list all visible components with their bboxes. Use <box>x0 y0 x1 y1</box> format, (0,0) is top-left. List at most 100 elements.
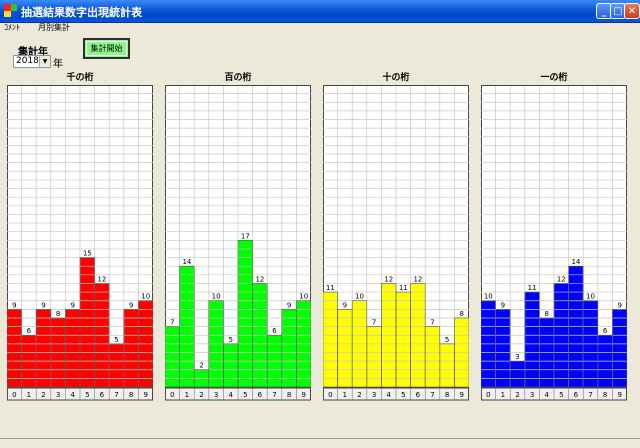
data-label: 9 <box>617 301 621 309</box>
data-label: 5 <box>114 336 118 344</box>
data-label: 14 <box>571 258 580 266</box>
tick-label: 1 <box>343 391 347 399</box>
tick-label: 9 <box>459 391 463 399</box>
tick-label: 4 <box>228 391 233 399</box>
data-label: 9 <box>287 301 291 309</box>
data-label: 8 <box>459 310 463 318</box>
tick-label: 1 <box>27 391 31 399</box>
tick-label: 2 <box>515 391 519 399</box>
tick-label: 1 <box>185 391 189 399</box>
bar <box>281 309 297 387</box>
tick-label: 9 <box>617 391 621 399</box>
data-label: 3 <box>515 353 519 361</box>
start-tally-button[interactable]: 集計開始 <box>83 38 130 59</box>
app-window: 抽選結果数字出現統計表 _ □ ✕ ｺﾒﾝﾄ 月別集計 集計年 2018 ▼ 年… <box>0 0 640 448</box>
bar <box>123 309 139 387</box>
bar <box>366 326 382 387</box>
title-bar[interactable]: 抽選結果数字出現統計表 _ □ ✕ <box>0 0 640 23</box>
data-label: 8 <box>56 310 60 318</box>
menu-comment[interactable]: ｺﾒﾝﾄ <box>4 22 20 33</box>
data-label: 10 <box>586 293 595 301</box>
data-label: 12 <box>255 275 264 283</box>
bar <box>439 343 455 387</box>
data-label: 9 <box>129 301 133 309</box>
data-label: 14 <box>182 258 191 266</box>
footer-divider <box>0 438 640 439</box>
data-label: 9 <box>70 301 74 309</box>
bar <box>7 309 22 387</box>
data-label: 7 <box>430 319 434 327</box>
tick-label: 8 <box>129 391 133 399</box>
tick-label: 9 <box>143 391 147 399</box>
year-value: 2018 <box>16 56 39 66</box>
data-label: 10 <box>141 293 150 301</box>
bar <box>65 309 80 387</box>
bar <box>223 343 238 387</box>
menu-bar: ｺﾒﾝﾄ 月別集計 <box>0 22 640 34</box>
data-label: 12 <box>413 275 422 283</box>
tick-label: 2 <box>357 391 361 399</box>
data-label: 12 <box>97 275 106 283</box>
data-label: 15 <box>83 250 92 258</box>
tick-label: 0 <box>170 391 174 399</box>
tick-label: 6 <box>100 391 105 399</box>
menu-monthly-total[interactable]: 月別集計 <box>38 22 70 33</box>
tick-label: 1 <box>501 391 505 399</box>
data-label: 7 <box>372 319 376 327</box>
bar <box>425 326 440 387</box>
tick-label: 7 <box>588 391 592 399</box>
bar <box>80 257 95 387</box>
tick-label: 0 <box>328 391 332 399</box>
app-grid-icon <box>4 4 17 17</box>
tick-label: 6 <box>258 391 263 399</box>
tick-label: 5 <box>401 391 405 399</box>
tick-label: 0 <box>12 391 16 399</box>
year-suffix: 年 <box>53 59 63 70</box>
tick-label: 2 <box>41 391 45 399</box>
data-label: 5 <box>445 336 449 344</box>
tick-label: 5 <box>243 391 247 399</box>
bar <box>109 343 124 387</box>
data-label: 11 <box>326 284 335 292</box>
tick-label: 4 <box>70 391 75 399</box>
data-label: 10 <box>299 293 308 301</box>
bar <box>36 309 51 387</box>
tick-label: 0 <box>486 391 490 399</box>
data-label: 9 <box>501 301 505 309</box>
bar <box>238 240 253 387</box>
bar <box>495 309 511 387</box>
tick-label: 7 <box>430 391 434 399</box>
bar <box>510 361 525 387</box>
bar <box>396 292 411 387</box>
tick-label: 3 <box>56 391 60 399</box>
chart-title-tens: 十の桁 <box>382 73 410 83</box>
chart-title-ones: 一の桁 <box>540 73 568 83</box>
data-label: 9 <box>343 301 347 309</box>
chart-title-hundreds: 百の桁 <box>224 73 252 83</box>
close-icon[interactable]: ✕ <box>624 3 640 19</box>
data-label: 2 <box>199 362 203 370</box>
chart-tens: 1191071211127580 1 2 3 4 5 6 7 8 9 <box>323 85 469 401</box>
tick-label: 6 <box>574 391 579 399</box>
tick-label: 9 <box>301 391 305 399</box>
chart-hundreds: 7142105171269100 1 2 3 4 5 6 7 8 9 <box>165 85 311 401</box>
data-label: 5 <box>228 336 232 344</box>
chevron-down-icon[interactable]: ▼ <box>39 56 50 67</box>
chart-ones: 1093118121410690 1 2 3 4 5 6 7 8 9 <box>481 85 627 401</box>
data-label: 12 <box>384 275 393 283</box>
tick-label: 8 <box>287 391 291 399</box>
tick-label: 8 <box>445 391 449 399</box>
tick-label: 6 <box>416 391 421 399</box>
tick-label: 2 <box>199 391 203 399</box>
data-label: 11 <box>399 284 408 292</box>
bar <box>612 309 627 387</box>
data-label: 9 <box>41 301 45 309</box>
tick-label: 3 <box>372 391 376 399</box>
data-label: 17 <box>241 232 250 240</box>
tick-label: 7 <box>272 391 276 399</box>
year-select[interactable]: 2018 ▼ <box>13 55 51 68</box>
data-label: 11 <box>528 284 537 292</box>
tick-label: 8 <box>603 391 607 399</box>
window-title: 抽選結果数字出現統計表 <box>21 6 142 19</box>
chart-title-thousands: 千の桁 <box>66 73 94 83</box>
